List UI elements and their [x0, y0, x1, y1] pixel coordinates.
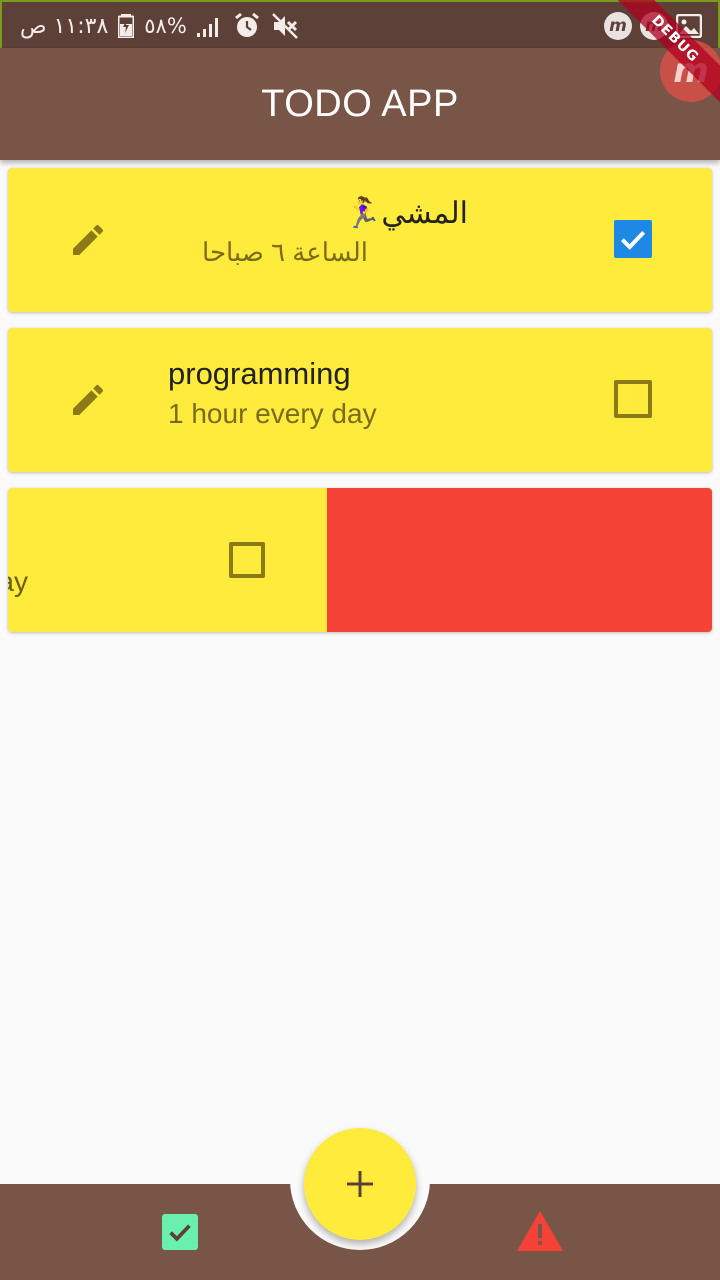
- page-title: TODO APP: [261, 82, 459, 125]
- add-icon: [347, 1171, 373, 1197]
- battery-icon: [118, 14, 135, 38]
- edit-button[interactable]: [66, 218, 110, 262]
- swipe-task-card[interactable]: ay: [8, 488, 712, 632]
- battery-percent: %٥٨: [144, 14, 187, 38]
- add-task-button[interactable]: [304, 1128, 416, 1240]
- task-text: المشي🏃‍♀️ الساعة ٦ صباحا: [168, 196, 508, 268]
- warning-icon: [517, 1211, 563, 1251]
- task-text: programming 1 hour every day: [168, 356, 548, 430]
- status-time: ١١:٣٨ ص: [20, 13, 109, 39]
- edit-button[interactable]: [66, 378, 110, 422]
- task-card[interactable]: programming 1 hour every day: [8, 328, 712, 472]
- task-card[interactable]: ay: [8, 488, 327, 632]
- check-box-icon: [169, 1224, 191, 1242]
- status-left: ١١:٣٨ ص %٥٨: [20, 8, 299, 44]
- task-subtitle: 1 hour every day: [168, 398, 377, 429]
- notification-m-icon: m: [604, 12, 632, 40]
- task-card[interactable]: المشي🏃‍♀️ الساعة ٦ صباحا: [8, 168, 712, 312]
- pencil-icon: [73, 224, 104, 255]
- status-bar: ١١:٣٨ ص %٥٨ m m: [0, 0, 720, 48]
- task-subtitle: ay: [8, 566, 28, 597]
- alarm-icon: [233, 12, 261, 40]
- task-checkbox[interactable]: [614, 220, 652, 258]
- task-checkbox[interactable]: [614, 380, 652, 418]
- swipe-delete-background: [327, 488, 712, 632]
- pencil-icon: [73, 384, 104, 415]
- task-checkbox[interactable]: [229, 542, 265, 578]
- mute-icon: [271, 12, 299, 40]
- check-icon: [620, 230, 646, 250]
- task-title: programming: [168, 356, 351, 391]
- task-subtitle: الساعة ٦ صباحا: [202, 237, 368, 267]
- app-bar: TODO APP: [0, 48, 720, 160]
- nav-done-tasks[interactable]: [162, 1214, 198, 1250]
- signal-icon: [196, 15, 223, 37]
- task-title: المشي🏃‍♀️: [344, 197, 468, 230]
- nav-archived-tasks[interactable]: [516, 1210, 564, 1252]
